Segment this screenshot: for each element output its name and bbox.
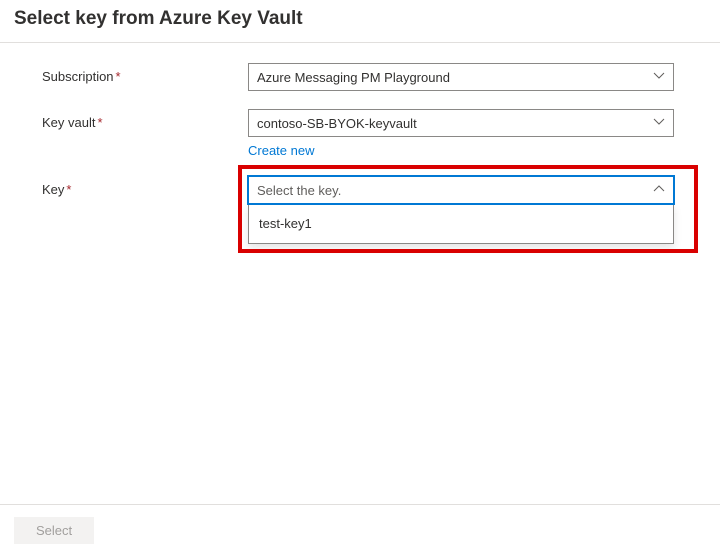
key-dropdown-panel: test-key1	[248, 204, 674, 244]
keyvault-select[interactable]: contoso-SB-BYOK-keyvault	[248, 109, 674, 137]
keyvault-value: contoso-SB-BYOK-keyvault	[257, 116, 417, 131]
subscription-label: Subscription*	[0, 63, 248, 91]
required-star: *	[66, 182, 71, 197]
chevron-up-icon	[653, 183, 665, 198]
page-title: Select key from Azure Key Vault	[0, 0, 720, 36]
key-select[interactable]: Select the key.	[248, 176, 674, 204]
footer-divider	[0, 504, 720, 505]
subscription-value: Azure Messaging PM Playground	[257, 70, 450, 85]
key-placeholder: Select the key.	[257, 183, 341, 198]
required-star: *	[97, 115, 102, 130]
subscription-select[interactable]: Azure Messaging PM Playground	[248, 63, 674, 91]
key-selection-form: Subscription* Azure Messaging PM Playgro…	[0, 63, 720, 244]
key-field-wrapper: Select the key. test-key1	[248, 176, 706, 244]
key-label: Key*	[0, 176, 248, 244]
chevron-down-icon	[653, 116, 665, 131]
select-button[interactable]: Select	[14, 517, 94, 544]
key-option[interactable]: test-key1	[249, 210, 673, 237]
header-divider	[0, 42, 720, 43]
chevron-down-icon	[653, 70, 665, 85]
footer: Select	[0, 504, 720, 544]
keyvault-label: Key vault*	[0, 109, 248, 158]
required-star: *	[116, 69, 121, 84]
create-new-link[interactable]: Create new	[248, 143, 314, 158]
